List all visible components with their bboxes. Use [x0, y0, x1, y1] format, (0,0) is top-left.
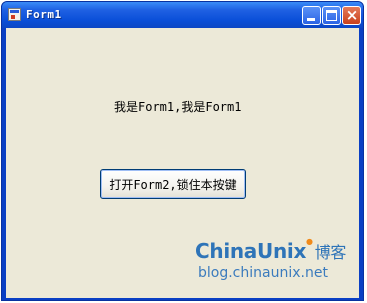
minimize-button[interactable]	[302, 6, 321, 25]
open-form2-button[interactable]: 打开Form2,锁住本按键	[100, 169, 246, 199]
chinaunix-logo-text: ChinaUnix	[195, 239, 307, 263]
form-label: 我是Form1,我是Form1	[114, 100, 242, 114]
maximize-button[interactable]	[322, 6, 341, 25]
title-bar[interactable]: Form1 ×	[2, 2, 363, 28]
close-button[interactable]: ×	[342, 6, 361, 25]
chinaunix-logo: ChinaUnix●博客	[195, 237, 347, 263]
application-icon[interactable]	[8, 8, 21, 21]
form1-window: Form1 × 我是Form1,我是Form1 打开Form2,锁住本按键 Ch…	[1, 1, 364, 301]
form-client-area: 我是Form1,我是Form1 打开Form2,锁住本按键 ChinaUnix●…	[6, 28, 359, 298]
logo-dot-icon: ●	[306, 237, 313, 246]
maximize-icon	[326, 10, 337, 21]
logo-blog-text: 博客	[314, 243, 347, 262]
minimize-icon	[307, 18, 315, 21]
watermark-url: blog.chinaunix.net	[198, 265, 328, 281]
window-title: Form1	[26, 8, 62, 21]
close-icon: ×	[345, 6, 359, 24]
